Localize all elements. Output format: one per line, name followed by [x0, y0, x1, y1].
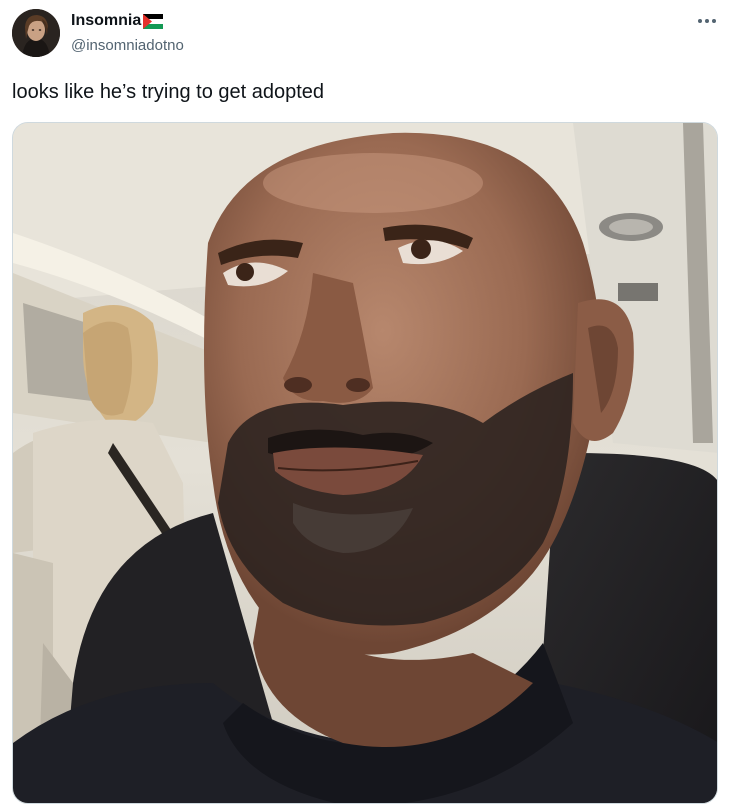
tweet-text: looks like he’s trying to get adopted — [12, 81, 325, 103]
more-horizontal-icon — [698, 19, 716, 23]
avatar-image — [12, 9, 60, 57]
author-handle[interactable]: @insomniadotno — [71, 37, 184, 55]
tweet-card: Insomnia @insomniadotno looks like he’s … — [0, 0, 731, 809]
palestine-flag-icon — [143, 13, 164, 29]
profile-avatar[interactable] — [12, 9, 60, 57]
author-name-row: Insomnia — [71, 10, 164, 32]
tweet-media-photo[interactable] — [12, 122, 718, 804]
author-display-name[interactable]: Insomnia — [71, 11, 141, 31]
more-options-button[interactable] — [692, 8, 722, 34]
photo-man-on-airplane — [13, 123, 717, 803]
